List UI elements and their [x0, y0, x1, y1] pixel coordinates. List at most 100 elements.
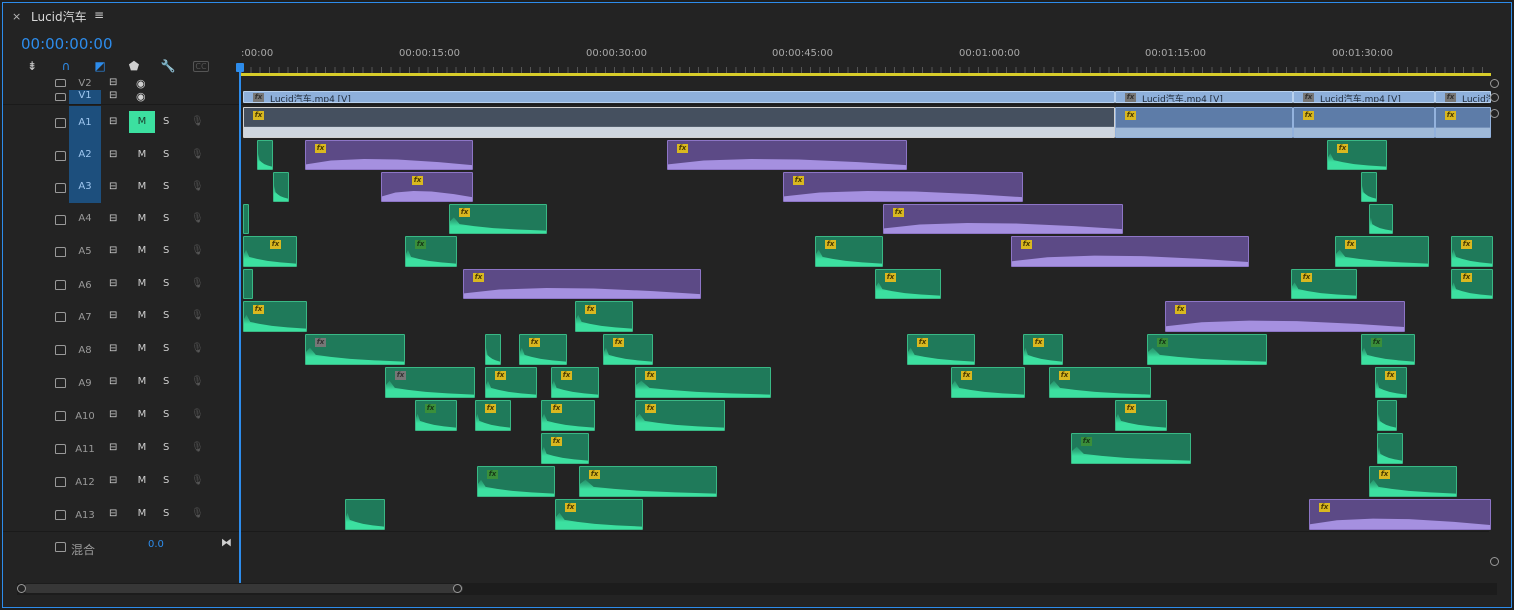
lock-icon[interactable] — [55, 444, 66, 454]
lock-icon[interactable] — [55, 118, 66, 128]
audio-clip[interactable]: fx — [475, 400, 511, 431]
lock-icon[interactable] — [55, 378, 66, 388]
track-name[interactable]: A4 — [69, 213, 101, 224]
scroll-knob[interactable] — [1490, 79, 1499, 88]
voiceover-mic-icon[interactable]: 🎙 — [191, 442, 204, 453]
mix-volume-value[interactable]: 0.0 — [148, 539, 164, 550]
nested-audio-clip[interactable]: fx — [463, 269, 701, 299]
snap-magnet-icon[interactable]: ∩ — [57, 57, 75, 75]
zoom-handle-right[interactable] — [453, 584, 462, 593]
audio-clip[interactable] — [345, 499, 385, 530]
sync-lock-icon[interactable]: ⊟ — [109, 442, 117, 453]
work-area-bar[interactable] — [241, 73, 1491, 76]
video-clip[interactable]: fx Lucid汽车.mp4 [V] — [1115, 91, 1293, 103]
audio-clip[interactable]: fx — [1291, 269, 1357, 299]
sync-lock-icon[interactable]: ⊟ — [109, 278, 117, 289]
track-name[interactable]: A11 — [69, 444, 101, 455]
nested-audio-clip[interactable]: fx — [883, 204, 1123, 234]
nested-audio-clip[interactable]: fx — [1011, 236, 1249, 267]
audio-clip[interactable]: fx — [243, 236, 297, 267]
solo-button[interactable]: S — [163, 213, 169, 224]
solo-button[interactable]: S — [163, 376, 169, 387]
mute-button[interactable]: M — [129, 111, 155, 133]
scroll-knob[interactable] — [1490, 93, 1499, 102]
track-name[interactable]: A13 — [69, 510, 101, 521]
audio-clip[interactable] — [1361, 172, 1377, 202]
audio-clip[interactable] — [1377, 433, 1403, 464]
solo-button[interactable]: S — [163, 475, 169, 486]
mute-button[interactable]: M — [129, 404, 155, 426]
audio-clip[interactable]: fx — [243, 301, 307, 332]
captions-icon[interactable]: CC — [193, 61, 209, 72]
sync-lock-icon[interactable]: ⊟ — [109, 409, 117, 420]
track-lane[interactable]: fx fx — [241, 432, 1491, 465]
audio-clip[interactable] — [243, 269, 253, 299]
track-lane[interactable]: fx fx — [241, 203, 1491, 235]
track-name[interactable]: A1 — [69, 106, 101, 139]
track-lane[interactable]: fx fx — [241, 171, 1491, 203]
voiceover-mic-icon[interactable]: 🎙 — [191, 278, 204, 289]
mute-button[interactable]: M — [129, 144, 155, 166]
mute-button[interactable]: M — [129, 437, 155, 459]
audio-clip[interactable]: fx — [875, 269, 941, 299]
track-name[interactable]: A10 — [69, 411, 101, 422]
lock-icon[interactable] — [55, 280, 66, 290]
audio-clip[interactable]: fx — [1335, 236, 1429, 267]
mute-button[interactable]: M — [129, 338, 155, 360]
audio-clip[interactable]: fx — [405, 236, 457, 267]
audio-clip[interactable]: fx — [305, 334, 405, 365]
audio-clip[interactable]: fx — [1375, 367, 1407, 398]
go-to-out-icon[interactable]: ⧓ — [221, 536, 232, 549]
solo-button[interactable]: S — [163, 508, 169, 519]
voiceover-mic-icon[interactable]: 🎙 — [191, 409, 204, 420]
mute-button[interactable]: M — [129, 371, 155, 393]
audio-clip[interactable] — [243, 204, 249, 234]
solo-button[interactable]: S — [163, 149, 169, 160]
track-name[interactable]: A6 — [69, 280, 101, 291]
audio-clip[interactable]: fx — [635, 367, 771, 398]
mute-button[interactable]: M — [129, 273, 155, 295]
track-name[interactable]: A7 — [69, 312, 101, 323]
solo-button[interactable]: S — [163, 310, 169, 321]
lock-icon[interactable] — [55, 79, 66, 87]
track-lane[interactable]: fx fx fx fx fx fx fx — [241, 366, 1491, 399]
track-lane[interactable]: fx fx fx fx — [241, 106, 1491, 139]
voiceover-mic-icon[interactable]: 🎙 — [191, 245, 204, 256]
sync-lock-icon[interactable]: ⊟ — [109, 508, 117, 519]
audio-clip[interactable]: fx — [555, 499, 643, 530]
sync-lock-icon[interactable]: ⊟ — [109, 90, 117, 101]
audio-clip[interactable] — [257, 140, 273, 170]
audio-clip[interactable] — [1369, 204, 1393, 234]
audio-clip[interactable] — [1377, 400, 1397, 431]
voiceover-mic-icon[interactable]: 🎙 — [191, 376, 204, 387]
close-tab-icon[interactable]: × — [12, 10, 21, 23]
mute-button[interactable]: M — [129, 305, 155, 327]
video-clip[interactable]: fx Lucid汽车.mp4 [V] — [243, 91, 1115, 103]
add-marker-icon[interactable]: ⬟ — [125, 57, 143, 75]
voiceover-mic-icon[interactable]: 🎙 — [191, 310, 204, 321]
audio-clip[interactable]: fx — [1115, 107, 1293, 138]
audio-clip[interactable]: fx — [1451, 236, 1493, 267]
audio-clip[interactable]: fx — [541, 400, 595, 431]
scroll-thumb[interactable] — [23, 584, 463, 593]
audio-clip[interactable]: fx — [1071, 433, 1191, 464]
lock-icon[interactable] — [55, 215, 66, 225]
lock-icon[interactable] — [55, 312, 66, 322]
track-lane[interactable] — [241, 77, 1491, 90]
track-name[interactable]: A12 — [69, 477, 101, 488]
audio-clip[interactable]: fx — [519, 334, 567, 365]
track-lane[interactable]: fx fx fx fx fx fx fx — [241, 333, 1491, 366]
sync-lock-icon[interactable]: ⊟ — [109, 149, 117, 160]
audio-clip[interactable]: fx — [541, 433, 589, 464]
sync-lock-icon[interactable]: ⊟ — [109, 376, 117, 387]
track-lane[interactable]: fx fx fx — [241, 139, 1491, 171]
lock-icon[interactable] — [55, 542, 66, 552]
settings-wrench-icon[interactable]: 🔧 — [159, 57, 177, 75]
playhead-timecode[interactable]: 00:00:00:00 — [21, 35, 113, 53]
solo-button[interactable]: S — [163, 245, 169, 256]
mute-button[interactable]: M — [129, 208, 155, 230]
mute-button[interactable]: M — [129, 470, 155, 492]
nested-audio-clip[interactable]: fx — [783, 172, 1023, 202]
solo-button[interactable]: S — [163, 181, 169, 192]
nested-audio-clip[interactable]: fx — [305, 140, 473, 170]
